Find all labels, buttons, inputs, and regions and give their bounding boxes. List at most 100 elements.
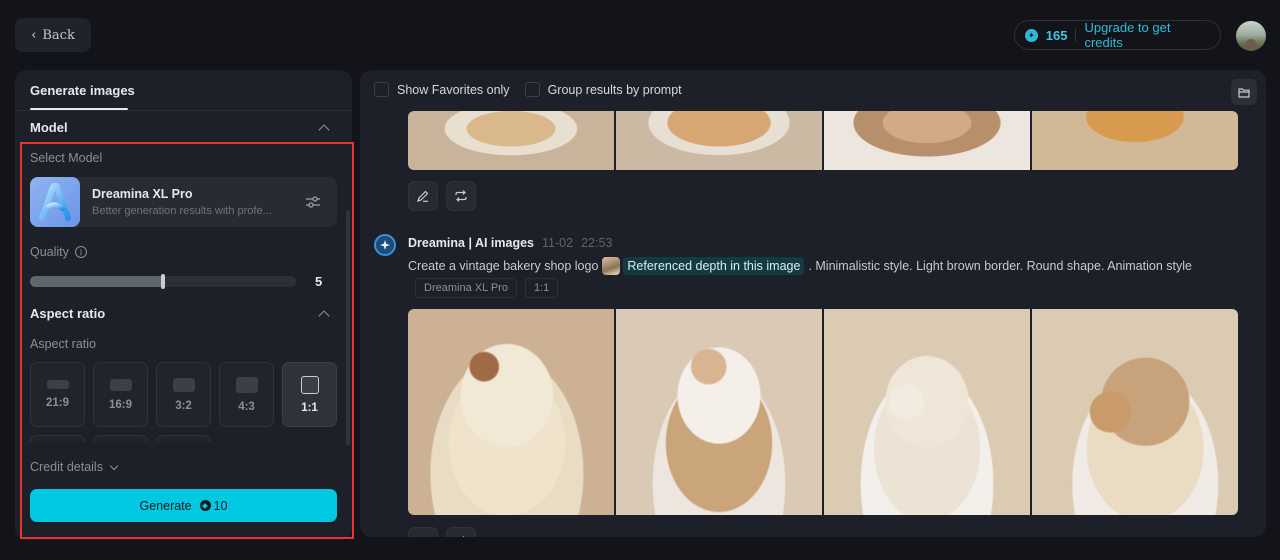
- reference-chip[interactable]: Referenced depth in this image: [623, 257, 805, 275]
- aspect-ratio-16-9[interactable]: 16:9: [93, 362, 148, 427]
- select-model-label: Select Model: [30, 151, 103, 165]
- regenerate-button[interactable]: [446, 527, 476, 537]
- previous-result-images: [408, 111, 1238, 170]
- repeat-icon: [455, 190, 467, 202]
- quality-slider-fill: [30, 276, 163, 287]
- generate-panel: Generate images Model Select Model Dream…: [15, 70, 352, 540]
- result-images: [408, 309, 1238, 515]
- ratio-label: 4:3: [238, 400, 255, 413]
- ratio-label: 3:2: [175, 399, 192, 412]
- prompt-tags: Dreamina XL Pro 1:1: [415, 278, 559, 298]
- favorites-only-checkbox[interactable]: Show Favorites only: [374, 82, 510, 97]
- prompt-before: Create a vintage bakery shop logo: [408, 259, 599, 273]
- prompt-after: . Minimalistic style. Light brown border…: [808, 259, 1192, 273]
- generate-cost: 10: [213, 498, 228, 513]
- credits-count: 165: [1045, 27, 1068, 43]
- repeat-icon: [462, 536, 465, 537]
- aspect-ratio-1-1[interactable]: 1:1: [282, 362, 337, 427]
- regenerate-button[interactable]: [446, 181, 476, 211]
- ratio-label: 16:9: [108, 398, 133, 411]
- prompt-text: Create a vintage bakery shop logo Refere…: [408, 257, 1192, 275]
- folder-icon: [1238, 87, 1250, 98]
- back-label: Back: [42, 27, 75, 43]
- aspect-ratio-more[interactable]: [30, 435, 85, 442]
- message-time: 22:53: [581, 236, 613, 250]
- aspect-ratio-section-header[interactable]: Aspect ratio: [30, 306, 332, 322]
- credit-details-label: Credit details: [30, 460, 103, 474]
- aspect-ratio-more[interactable]: [156, 435, 211, 442]
- upgrade-link[interactable]: Upgrade to get credits: [1084, 20, 1210, 50]
- model-tag: Dreamina XL Pro: [415, 278, 517, 298]
- edit-button[interactable]: [408, 181, 438, 211]
- message-date: 11-02: [542, 236, 574, 250]
- ratio-3-2-icon: [172, 377, 195, 392]
- ratio-tag: 1:1: [524, 278, 559, 298]
- result-image[interactable]: [616, 309, 822, 515]
- panel-tabs: Generate images: [15, 70, 352, 111]
- aspect-ratio-section-title: Aspect ratio: [30, 306, 106, 321]
- pencil-icon: [417, 190, 429, 202]
- checkbox[interactable]: [524, 82, 540, 97]
- settings-sliders-icon[interactable]: [303, 192, 323, 212]
- ratio-16-9-icon: [109, 378, 132, 391]
- credits-pill[interactable]: ✦ 165 Upgrade to get credits: [1014, 20, 1221, 50]
- info-icon[interactable]: i: [74, 246, 87, 258]
- user-avatar[interactable]: [1236, 21, 1266, 51]
- model-section-header[interactable]: Model: [30, 120, 332, 136]
- ratio-4-3-icon: [235, 376, 258, 393]
- result-image[interactable]: [1032, 309, 1238, 515]
- quality-slider-handle[interactable]: [161, 274, 165, 289]
- result-image[interactable]: [408, 111, 614, 170]
- panel-scrollbar[interactable]: [346, 210, 350, 445]
- generate-label: Generate: [139, 498, 192, 513]
- chevron-up-icon: [318, 309, 330, 322]
- model-name: Dreamina XL Pro: [92, 187, 193, 201]
- chevron-left-icon: ‹: [31, 27, 37, 43]
- favorites-label: Show Favorites only: [397, 82, 510, 97]
- back-button[interactable]: ‹ Back: [15, 18, 91, 52]
- generate-button[interactable]: Generate 10: [30, 489, 337, 522]
- quality-label-text: Quality: [30, 245, 69, 259]
- quality-label: Quality i: [30, 245, 87, 259]
- result-filters: Show Favorites only Group results by pro…: [374, 82, 682, 97]
- result-image[interactable]: [1032, 111, 1238, 170]
- credit-coin-icon: ✦: [1025, 28, 1038, 42]
- message-author: Dreamina | AI images: [408, 236, 535, 250]
- model-description: Better generation results with profe...: [92, 205, 272, 217]
- ratio-1-1-icon: [300, 375, 319, 394]
- chevron-down-icon: [109, 461, 119, 470]
- ratio-label: 1:1: [301, 401, 318, 414]
- group-label: Group results by prompt: [547, 82, 682, 97]
- result-image[interactable]: [616, 111, 822, 170]
- checkbox[interactable]: [374, 82, 389, 97]
- reference-image-thumbnail[interactable]: [602, 257, 621, 275]
- result-image[interactable]: [824, 111, 1030, 170]
- aspect-ratio-more[interactable]: [93, 435, 148, 442]
- model-section-title: Model: [30, 120, 68, 135]
- result-image[interactable]: [824, 309, 1030, 515]
- aspect-ratio-4-3[interactable]: 4:3: [219, 362, 274, 427]
- model-logo-icon: [30, 177, 80, 227]
- aspect-ratio-label: Aspect ratio: [30, 337, 97, 351]
- aspect-ratio-21-9[interactable]: 21:9: [30, 362, 85, 427]
- model-selector[interactable]: Dreamina XL Pro Better generation result…: [30, 177, 337, 227]
- message-header: Dreamina | AI images 11-02 22:53: [408, 236, 612, 250]
- folder-button[interactable]: [1231, 79, 1257, 105]
- credit-details-toggle[interactable]: Credit details: [30, 460, 119, 474]
- aspect-ratio-3-2[interactable]: 3:2: [156, 362, 211, 427]
- pencil-icon: [425, 536, 426, 537]
- active-tab-indicator: [30, 108, 128, 110]
- quality-slider[interactable]: [30, 274, 296, 289]
- result-image[interactable]: [408, 309, 614, 515]
- chevron-up-icon: [318, 123, 330, 136]
- quality-value: 5: [315, 274, 323, 289]
- dreamina-avatar-icon: [374, 234, 396, 256]
- credit-coin-icon: [199, 500, 211, 511]
- ratio-label: 21:9: [45, 397, 70, 409]
- results-panel: Show Favorites only Group results by pro…: [360, 70, 1266, 537]
- divider: [1075, 28, 1077, 42]
- tab-generate-images[interactable]: Generate images: [30, 83, 135, 98]
- edit-button[interactable]: [408, 527, 438, 537]
- aspect-ratio-grid: 21:9 16:9 3:2 4:3 1:1: [30, 362, 337, 442]
- group-by-prompt-checkbox[interactable]: Group results by prompt: [524, 82, 682, 97]
